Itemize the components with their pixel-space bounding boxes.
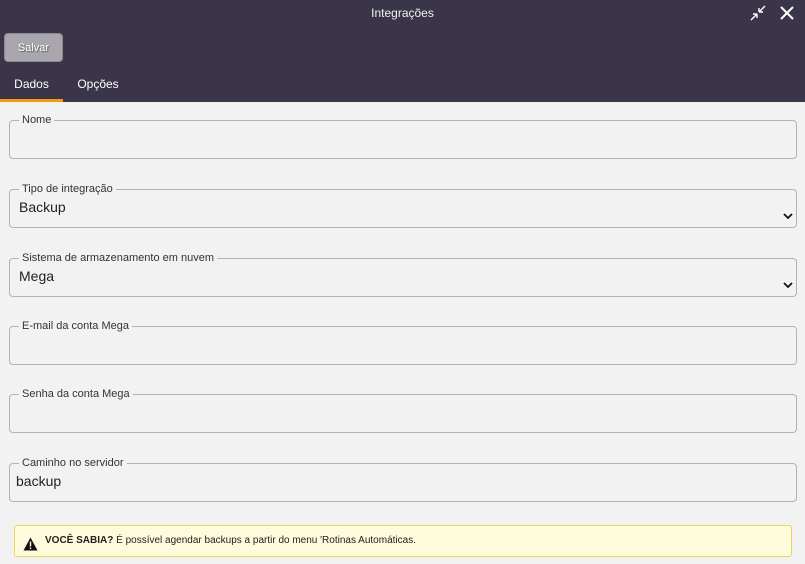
- tab-opcoes[interactable]: Opções: [68, 68, 128, 102]
- name-field[interactable]: Nome: [9, 114, 797, 159]
- cloud-storage-select[interactable]: Sistema de armazenamento em nuvem Mega: [9, 252, 797, 297]
- server-path-label: Caminho no servidor: [22, 457, 124, 469]
- chevron-down-icon[interactable]: [782, 278, 794, 296]
- tab-bar: Dados Opções: [0, 68, 805, 102]
- chevron-down-icon[interactable]: [782, 209, 794, 227]
- cloud-storage-label: Sistema de armazenamento em nuvem: [22, 252, 214, 264]
- cloud-storage-value[interactable]: Mega: [16, 267, 790, 285]
- server-path-input[interactable]: backup: [16, 472, 790, 490]
- window-title: Integrações: [371, 6, 434, 20]
- integration-type-label: Tipo de integração: [22, 183, 113, 195]
- server-path-field[interactable]: Caminho no servidor backup: [9, 457, 797, 502]
- password-label: Senha da conta Mega: [22, 388, 130, 400]
- warning-icon: [23, 534, 38, 564]
- integration-type-value[interactable]: Backup: [16, 198, 790, 216]
- email-field[interactable]: E-mail da conta Mega: [9, 320, 797, 365]
- tab-dados[interactable]: Dados: [0, 68, 63, 102]
- save-button[interactable]: Salvar: [4, 33, 63, 62]
- password-field[interactable]: Senha da conta Mega: [9, 388, 797, 433]
- restore-icon[interactable]: [748, 3, 768, 23]
- tip-banner: VOCÊ SABIA? É possível agendar backups a…: [14, 525, 792, 557]
- tip-title: VOCÊ SABIA?: [45, 535, 114, 546]
- email-label: E-mail da conta Mega: [22, 320, 129, 332]
- name-label: Nome: [22, 114, 52, 126]
- tip-text: É possível agendar backups a partir do m…: [116, 535, 416, 546]
- integration-type-select[interactable]: Tipo de integração Backup: [9, 183, 797, 228]
- title-bar: Integrações Salvar: [0, 0, 805, 68]
- close-icon[interactable]: [777, 3, 797, 23]
